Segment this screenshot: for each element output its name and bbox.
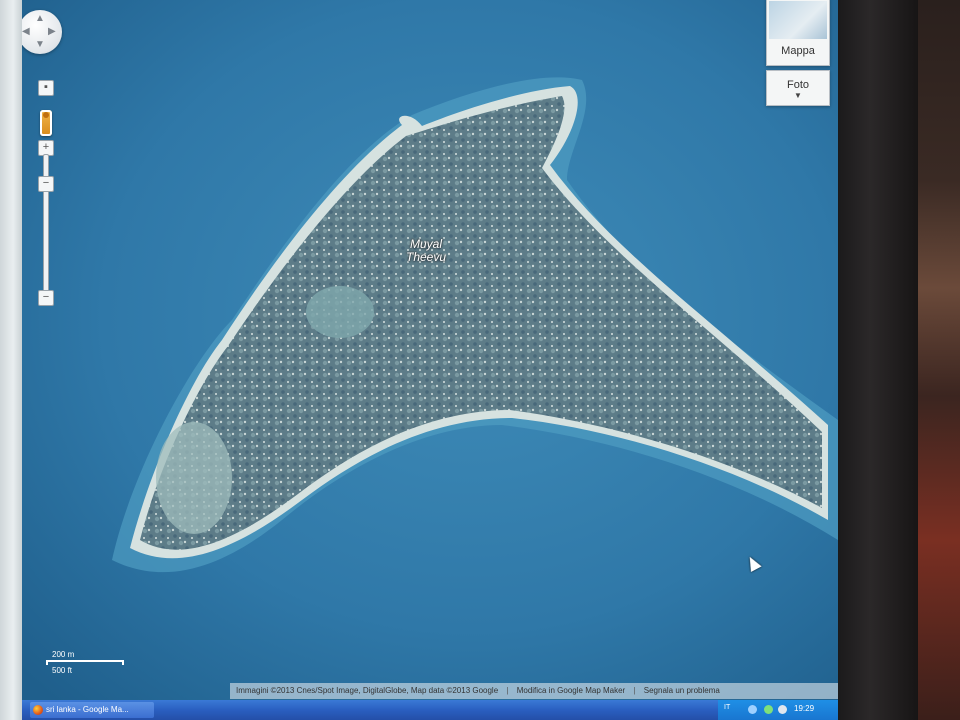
street-view-pegman-icon[interactable]: [40, 110, 52, 136]
volume-icon[interactable]: [778, 705, 787, 714]
language-indicator[interactable]: IT: [724, 704, 730, 711]
map-thumbnail: [769, 1, 827, 39]
system-tray: IT 19:29: [718, 700, 838, 720]
security-icon[interactable]: [764, 705, 773, 714]
pan-right-icon[interactable]: ▶: [48, 27, 56, 37]
reset-view-button[interactable]: ▪: [38, 80, 54, 96]
monitor-bezel-left: [0, 0, 22, 720]
taskbar: sri lanka - Google Ma... IT 19:29: [22, 700, 838, 720]
scale-bar: 200 m 500 ft: [44, 650, 124, 678]
zoom-slider-handle[interactable]: −: [38, 176, 54, 192]
monitor-bezel-right: [838, 0, 918, 720]
clock[interactable]: 19:29: [794, 704, 814, 713]
photo-label: Foto: [786, 79, 809, 91]
firefox-icon: [33, 705, 43, 715]
report-problem-link[interactable]: Segnala un problema: [644, 686, 720, 695]
lagoon: [306, 286, 374, 338]
chevron-down-icon: ▼: [794, 91, 802, 100]
map-type-label: Mappa: [781, 45, 815, 57]
room-background: [918, 0, 960, 720]
scale-metric: 200 m: [52, 650, 75, 659]
pan-down-icon[interactable]: ▼: [35, 40, 45, 50]
satellite-map[interactable]: [22, 0, 838, 700]
photo-dropdown[interactable]: Foto ▼: [766, 70, 830, 106]
attribution-text: Immagini ©2013 Cnes/Spot Image, DigitalG…: [236, 686, 499, 695]
edit-map-link[interactable]: Modifica in Google Map Maker: [517, 686, 626, 695]
pan-up-icon[interactable]: ▲: [35, 14, 45, 24]
attribution-separator: |: [633, 686, 636, 695]
pan-left-icon[interactable]: ◀: [22, 27, 30, 37]
scale-line: [46, 660, 124, 665]
tidal-flat: [156, 422, 232, 534]
screen: Muyal Theevu ▲ ▼ ◀ ▶ ▪ + − − Mappa Foto …: [22, 0, 838, 700]
place-label[interactable]: Muyal Theevu: [396, 238, 456, 264]
map-type-button[interactable]: Mappa: [766, 0, 830, 66]
zoom-out-button[interactable]: −: [38, 290, 54, 306]
task-label: sri lanka - Google Ma...: [46, 705, 129, 714]
attribution-bar: Immagini ©2013 Cnes/Spot Image, DigitalG…: [230, 683, 838, 699]
taskbar-task-browser[interactable]: sri lanka - Google Ma...: [30, 702, 154, 718]
network-icon[interactable]: [748, 705, 757, 714]
attribution-separator: |: [506, 686, 509, 695]
place-label-line2: Theevu: [405, 250, 447, 264]
scale-imperial: 500 ft: [52, 666, 73, 675]
